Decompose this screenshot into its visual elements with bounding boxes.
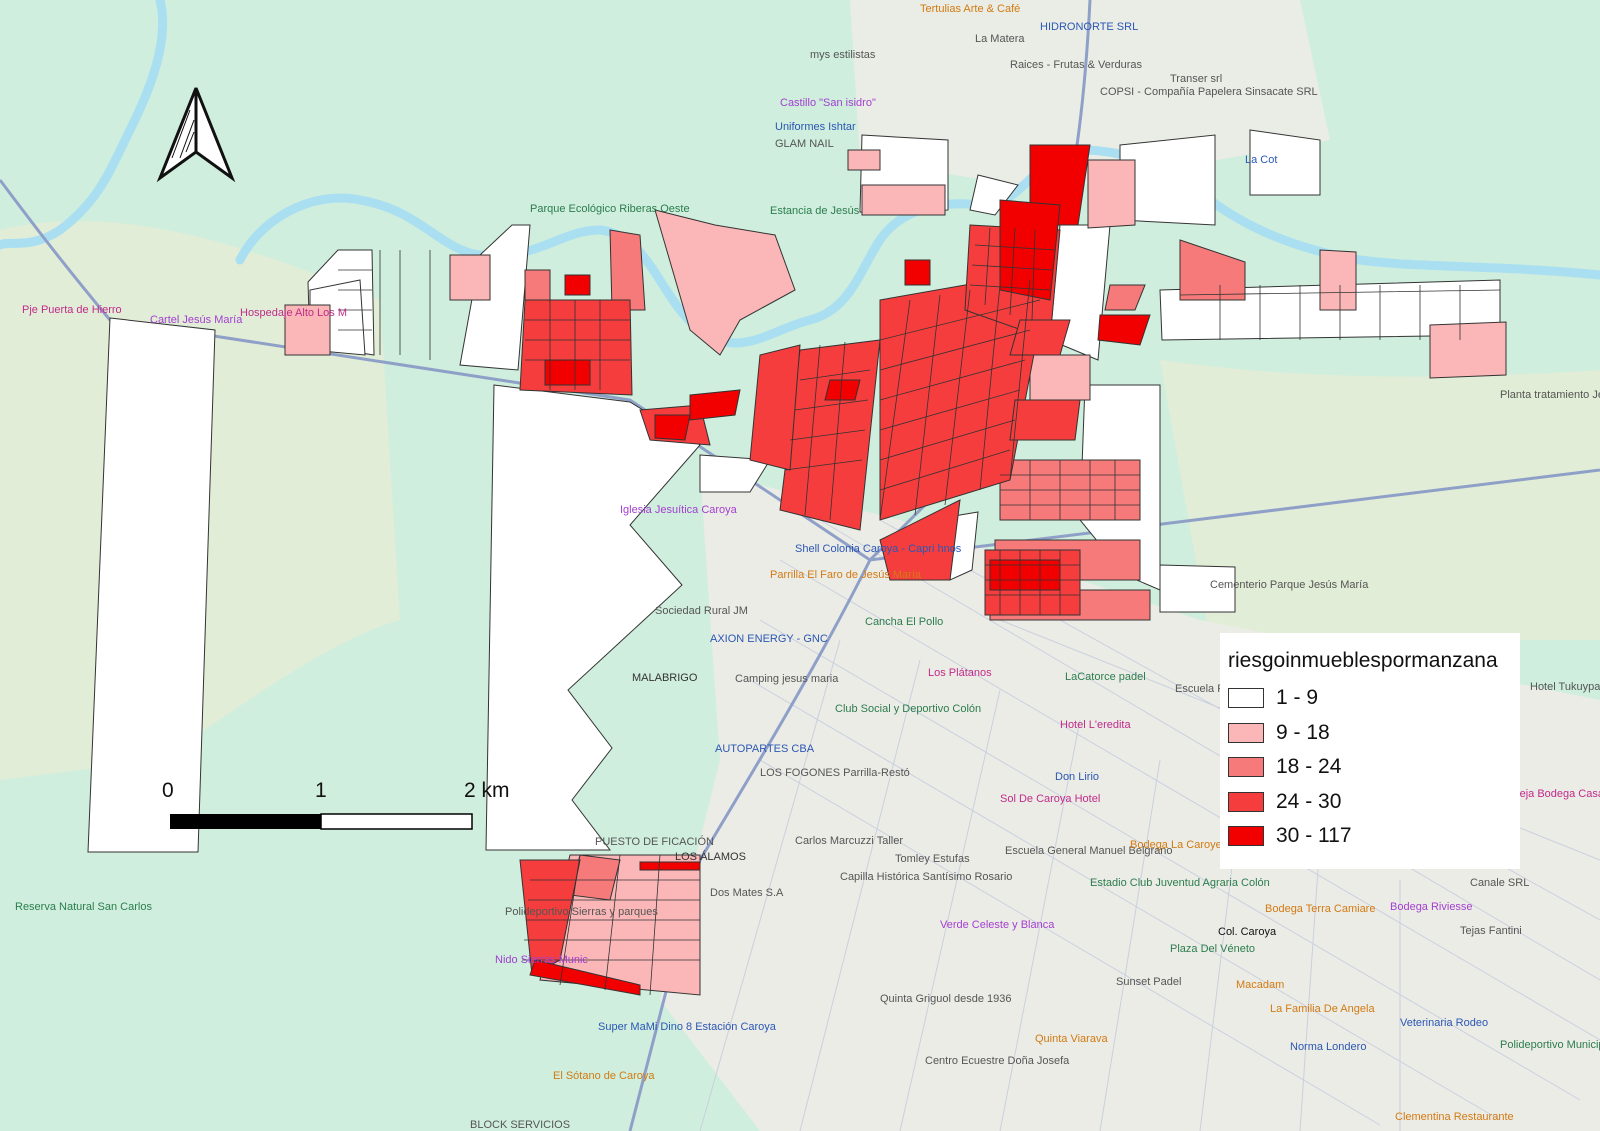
- poi-label: Quinta Griguol desde 1936: [880, 993, 1011, 1005]
- poi-label: Camping jesus maria: [735, 673, 839, 685]
- poi-label: Bodega Terra Camiare: [1265, 903, 1375, 915]
- legend-swatch: [1228, 826, 1264, 847]
- poi-label: GLAM NAIL: [775, 138, 834, 150]
- poi-label: Iglesia Jesuítica Caroya: [620, 504, 738, 516]
- poi-label: COPSI - Compañía Papelera Sinsacate SRL: [1100, 86, 1318, 98]
- poi-label: Tertulias Arte & Café: [920, 3, 1020, 15]
- poi-label: Macadam: [1236, 979, 1284, 991]
- poi-label: Bodega Riviesse: [1390, 901, 1473, 913]
- poi-label: Estancia de Jesús: [770, 205, 860, 217]
- poi-label: Canale SRL: [1470, 877, 1529, 889]
- poi-label: Castillo "San isidro": [780, 97, 876, 109]
- poi-label: Carlos Marcuzzi Taller: [795, 835, 903, 847]
- poi-label: Dos Mates S.A: [710, 887, 784, 899]
- poi-label: Reserva Natural San Carlos: [15, 901, 152, 913]
- legend-label: 1 - 9: [1276, 686, 1319, 710]
- legend-label: 9 - 18: [1276, 720, 1330, 744]
- poi-label: Cementerio Parque Jesús María: [1210, 579, 1369, 591]
- poi-label: Club Social y Deportivo Colón: [835, 703, 981, 715]
- poi-label: Verde Celeste y Blanca: [940, 919, 1055, 931]
- map-canvas[interactable]: Tertulias Arte & Café HIDRONORTE SRL La …: [0, 0, 1600, 1131]
- poi-label: Vieja Bodega Casa Campo: [1510, 788, 1600, 800]
- poi-label: Sunset Padel: [1116, 976, 1181, 988]
- poi-label: La Matera: [975, 33, 1025, 45]
- poi-label: El Sótano de Caroya: [553, 1070, 655, 1082]
- poi-label: LOS ÁLAMOS: [675, 850, 746, 863]
- legend-item-1: 1 - 9: [1228, 681, 1520, 716]
- legend-title: riesgoinmueblespormanzana: [1228, 649, 1498, 672]
- legend-label: 18 - 24: [1276, 755, 1342, 779]
- poi-label: HIDRONORTE SRL: [1040, 21, 1138, 33]
- poi-label: LaCatorce padel: [1065, 671, 1146, 683]
- poi-label: Polideportivo Sierras y parques: [505, 906, 658, 918]
- map-legend: riesgoinmueblespormanzana 1 - 9 9 - 18 1…: [1220, 633, 1520, 869]
- poi-label: Don Lirio: [1055, 771, 1099, 783]
- poi-label: MALABRIGO: [632, 672, 698, 684]
- poi-label: Sociedad Rural JM: [655, 605, 748, 617]
- legend-swatch: [1228, 688, 1264, 709]
- poi-label: Polideportivo Municipal Colonia Caroya: [1500, 1039, 1600, 1051]
- legend-swatch: [1228, 757, 1264, 778]
- scale-segment-light: [320, 813, 473, 830]
- poi-label: Transer srl: [1170, 73, 1222, 85]
- poi-label: Norma Londero: [1290, 1041, 1366, 1053]
- poi-label: AXION ENERGY - GNC: [710, 633, 828, 645]
- poi-label: Hotel Tukuypak: [1530, 681, 1600, 693]
- legend-label: 30 - 117: [1276, 824, 1352, 848]
- poi-label: Quinta Viarava: [1035, 1033, 1108, 1045]
- scale-segment-dark: [170, 814, 321, 829]
- poi-label: La Cot: [1245, 154, 1277, 166]
- poi-label: Capilla Histórica Santísimo Rosario: [840, 871, 1012, 883]
- legend-swatch: [1228, 791, 1264, 812]
- poi-label: La Familia De Angela: [1270, 1003, 1375, 1015]
- poi-label: Pje Puerta de Hierro: [22, 304, 122, 316]
- poi-label: Hotel L'eredita: [1060, 719, 1131, 731]
- poi-label: Tomley Estufas: [895, 853, 970, 865]
- poi-label: Estadio Club Juventud Agraria Colón: [1090, 877, 1270, 889]
- poi-label: Cancha El Pollo: [865, 616, 943, 628]
- poi-label: Raices - Frutas & Verduras: [1010, 59, 1143, 71]
- poi-label: Nido Sierras Munic: [495, 954, 588, 966]
- poi-label: Planta tratamiento Jesús María: [1500, 389, 1600, 401]
- poi-label: Tejas Fantini: [1460, 925, 1522, 937]
- poi-label: Centro Ecuestre Doña Josefa: [925, 1055, 1070, 1067]
- legend-swatch: [1228, 722, 1264, 743]
- poi-label: PUESTO DE FICACIÓN: [595, 835, 714, 848]
- poi-label: Super MaMi Dino 8 Estación Caroya: [598, 1021, 777, 1033]
- poi-label: BLOCK SERVICIOS: [470, 1119, 570, 1131]
- legend-item-2: 9 - 18: [1228, 716, 1520, 751]
- poi-label: mys estilistas: [810, 49, 876, 61]
- scale-label-2: 2 km: [464, 779, 510, 802]
- poi-label: Veterinaria Rodeo: [1400, 1017, 1488, 1029]
- poi-label: AUTOPARTES CBA: [715, 743, 815, 755]
- poi-label: Cartel Jesús María: [150, 314, 243, 326]
- poi-label: Los Plátanos: [928, 667, 992, 679]
- poi-label: Plaza Del Véneto: [1170, 943, 1255, 955]
- scale-label-1: 1: [315, 779, 327, 802]
- poi-label: Shell Colonia Caroya - Capri hnos: [795, 543, 962, 555]
- scale-label-0: 0: [162, 779, 174, 802]
- poi-label: LOS FOGONES Parrilla-Restó: [760, 767, 910, 779]
- legend-item-4: 24 - 30: [1228, 785, 1520, 820]
- poi-label: Clementina Restaurante: [1395, 1111, 1514, 1123]
- poi-label: Hospedaje Alto Los M: [240, 307, 347, 319]
- legend-item-3: 18 - 24: [1228, 750, 1520, 785]
- poi-label: Parque Ecológico Riberas Oeste: [530, 203, 690, 215]
- legend-item-5: 30 - 117: [1228, 819, 1520, 854]
- poi-label: Parrilla El Faro de Jesús María: [770, 569, 922, 581]
- poi-label: Sol De Caroya Hotel: [1000, 793, 1100, 805]
- legend-label: 24 - 30: [1276, 789, 1342, 813]
- poi-label: Col. Caroya: [1218, 926, 1277, 938]
- poi-label: Uniformes Ishtar: [775, 121, 856, 133]
